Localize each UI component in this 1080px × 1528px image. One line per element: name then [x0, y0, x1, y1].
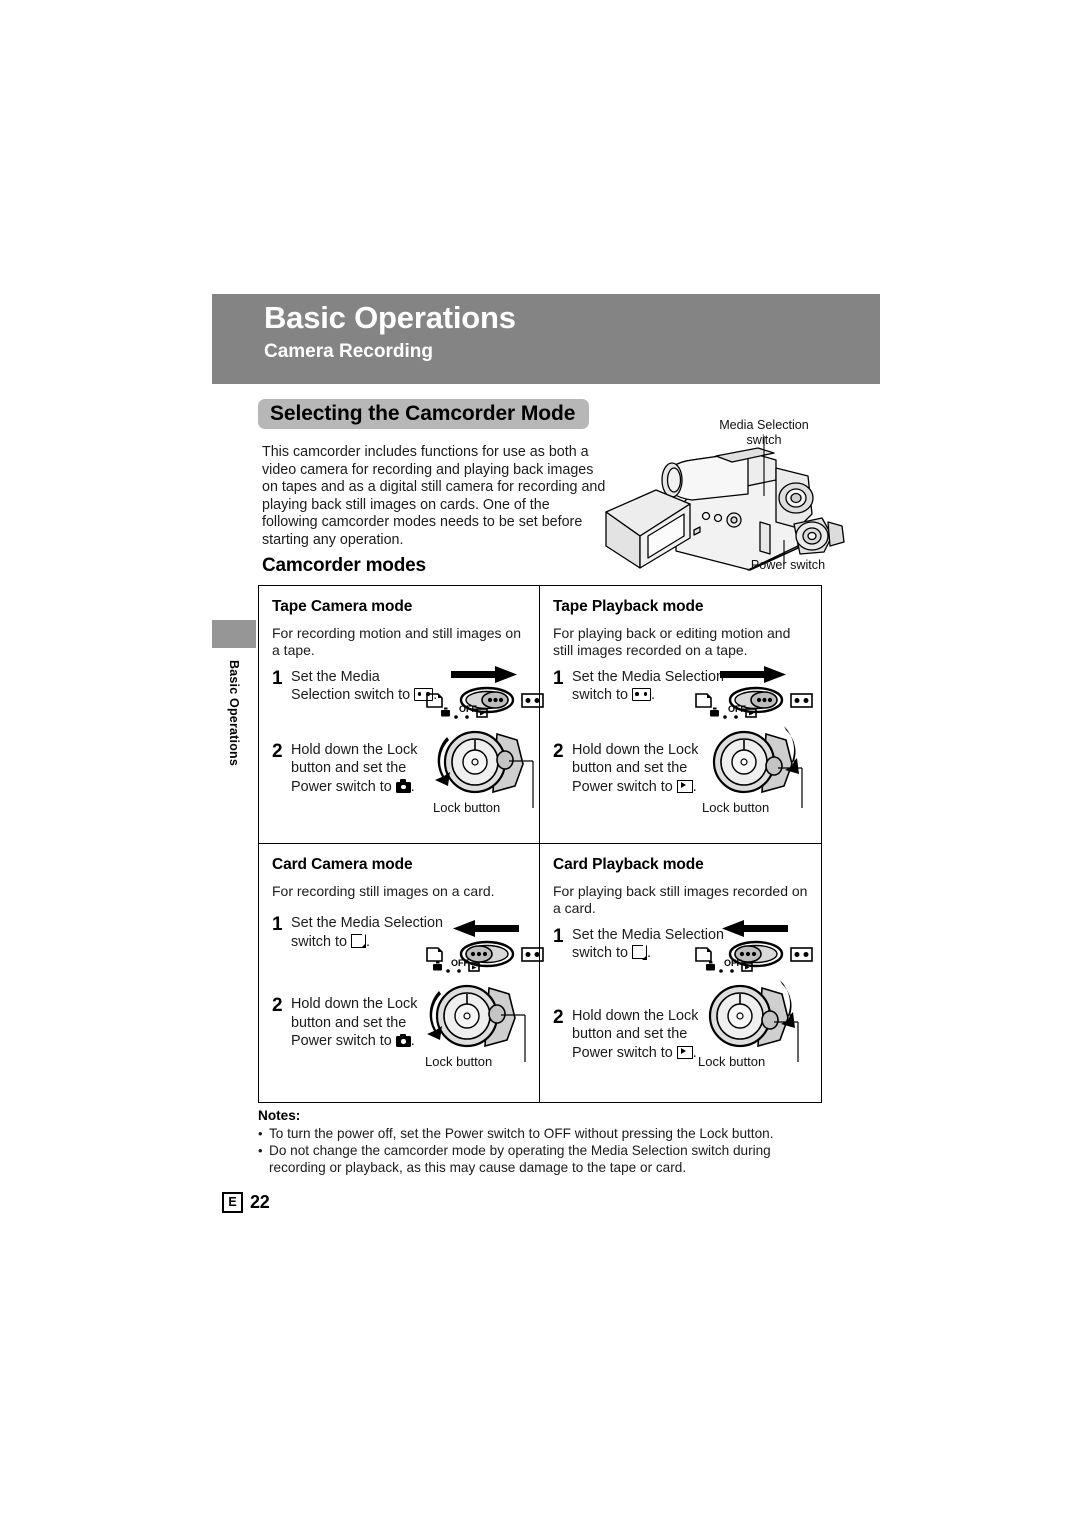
power-dial-diagram: OFF Lock button: [415, 958, 535, 1076]
step-text-line2: switch to: [291, 933, 347, 950]
bullet-icon: •: [258, 1143, 263, 1158]
step-text-line3: Power switch to: [291, 1033, 392, 1050]
mode-title: Tape Camera mode: [272, 598, 413, 615]
arrow-right-icon: [720, 666, 786, 683]
notes-title: Notes:: [258, 1108, 301, 1123]
step-number: 2: [553, 740, 564, 762]
step-text-line2: Selection switch to: [291, 687, 411, 704]
arrow-left-icon: [722, 920, 788, 937]
step-text-line1: Hold down the Lock: [572, 741, 699, 758]
step-period: .: [650, 687, 655, 704]
mode-cell-tape-playback: Tape Playback mode For playing back or e…: [540, 586, 821, 844]
step-period: .: [410, 778, 415, 795]
svg-text:OFF: OFF: [728, 704, 746, 714]
power-dial-diagram: OFF Lock button: [688, 958, 808, 1076]
notes-section: Notes: • To turn the power off, set the …: [258, 1108, 828, 1176]
step-period: .: [646, 945, 651, 962]
chapter-header-band: Basic Operations Camera Recording: [212, 294, 880, 384]
step-text-line2: button and set the: [572, 760, 688, 777]
step-text-line1: Set the Media: [291, 668, 380, 685]
camcorder-illustration: Media Selection switch Power switch: [598, 418, 878, 578]
mode-cell-tape-camera: Tape Camera mode For recording motion an…: [259, 586, 544, 844]
dial-marks: OFF: [706, 958, 753, 973]
lock-button-caption: Lock button: [433, 800, 501, 815]
mode-title: Card Playback mode: [553, 856, 704, 873]
play-icon: [676, 779, 693, 793]
step-text-line2: button and set the: [572, 1026, 688, 1043]
note-item: • To turn the power off, set the Power s…: [258, 1125, 828, 1142]
step-text-line3: Power switch to: [572, 778, 673, 795]
note-text: Do not change the camcorder mode by oper…: [269, 1143, 771, 1175]
card-icon: [350, 933, 367, 949]
svg-text:OFF: OFF: [724, 958, 742, 968]
step-text-line2: switch to: [572, 687, 628, 704]
svg-text:OFF: OFF: [459, 704, 477, 714]
step-text-line2: button and set the: [291, 1014, 407, 1031]
mode-description: For recording still images on a card.: [272, 883, 495, 899]
camera-icon: [395, 779, 411, 793]
camcorder-modes-heading: Camcorder modes: [262, 555, 426, 576]
tape-icon: [631, 688, 651, 702]
intro-paragraph: This camcorder includes functions for us…: [262, 444, 606, 548]
side-tab-text: Basic Operations: [212, 660, 256, 850]
bullet-icon: •: [258, 1126, 263, 1141]
mode-cell-card-playback: Card Playback mode For playing back stil…: [540, 844, 821, 1102]
power-switch-label: Power switch: [750, 558, 826, 572]
step-text-line2: switch to: [572, 945, 628, 962]
step-number: 2: [272, 995, 283, 1017]
step-text-line1: Hold down the Lock: [291, 741, 418, 758]
arrow-right-icon: [451, 666, 517, 683]
dial-marks: OFF: [441, 704, 488, 719]
camera-icon: [395, 1033, 411, 1048]
card-icon: [631, 944, 648, 960]
mode-description: For playing back or editing motion and s…: [553, 625, 791, 659]
svg-text:OFF: OFF: [451, 958, 469, 968]
section-title-pill: Selecting the Camcorder Mode: [258, 399, 590, 429]
lock-button-caption: Lock button: [702, 800, 770, 815]
mode-description: For recording motion and still images on…: [272, 625, 522, 659]
side-tab-label: Basic Operations: [227, 660, 241, 767]
manual-page: Basic Operations Camera Recording Select…: [0, 0, 1080, 1528]
dial-marks: OFF: [710, 704, 757, 719]
region-code-badge: E: [222, 1192, 243, 1213]
note-item: • Do not change the camcorder mode by op…: [258, 1142, 828, 1176]
power-dial-diagram: OFF Lock button: [692, 704, 812, 822]
step-number: 1: [553, 667, 564, 689]
step-number: 1: [272, 667, 283, 689]
step-number: 1: [553, 925, 564, 947]
lock-button-caption: Lock button: [425, 1054, 493, 1069]
media-selection-switch-label: Media Selection switch: [719, 418, 809, 447]
mode-description: For playing back still images recorded o…: [553, 883, 808, 917]
page-footer: E 22: [222, 1192, 270, 1213]
mode-title: Tape Playback mode: [553, 598, 704, 615]
step-text-line1: Hold down the Lock: [291, 996, 418, 1013]
step-text-line3: Power switch to: [572, 1044, 673, 1061]
note-text: To turn the power off, set the Power swi…: [269, 1126, 774, 1141]
power-dial-diagram: OFF Lock button: [423, 704, 543, 822]
step-number: 1: [272, 914, 283, 936]
step-period: .: [365, 933, 370, 950]
step-number: 2: [553, 1006, 564, 1028]
step-text-line1: Hold down the Lock: [572, 1007, 699, 1024]
page-number: 22: [250, 1192, 270, 1212]
arrow-left-icon: [453, 920, 519, 937]
camcorder-modes-table: Tape Camera mode For recording motion an…: [258, 585, 822, 1103]
mode-title: Card Camera mode: [272, 856, 413, 873]
side-tab-block: [212, 620, 256, 648]
chapter-title: Basic Operations: [264, 300, 516, 335]
step-text-line3: Power switch to: [291, 778, 392, 795]
step-number: 2: [272, 740, 283, 762]
step-text-line2: button and set the: [291, 760, 407, 777]
lock-button-caption: Lock button: [698, 1054, 766, 1069]
dial-marks: OFF: [433, 958, 480, 973]
chapter-subtitle: Camera Recording: [264, 341, 433, 362]
mode-cell-card-camera: Card Camera mode For recording still ima…: [259, 844, 544, 1102]
